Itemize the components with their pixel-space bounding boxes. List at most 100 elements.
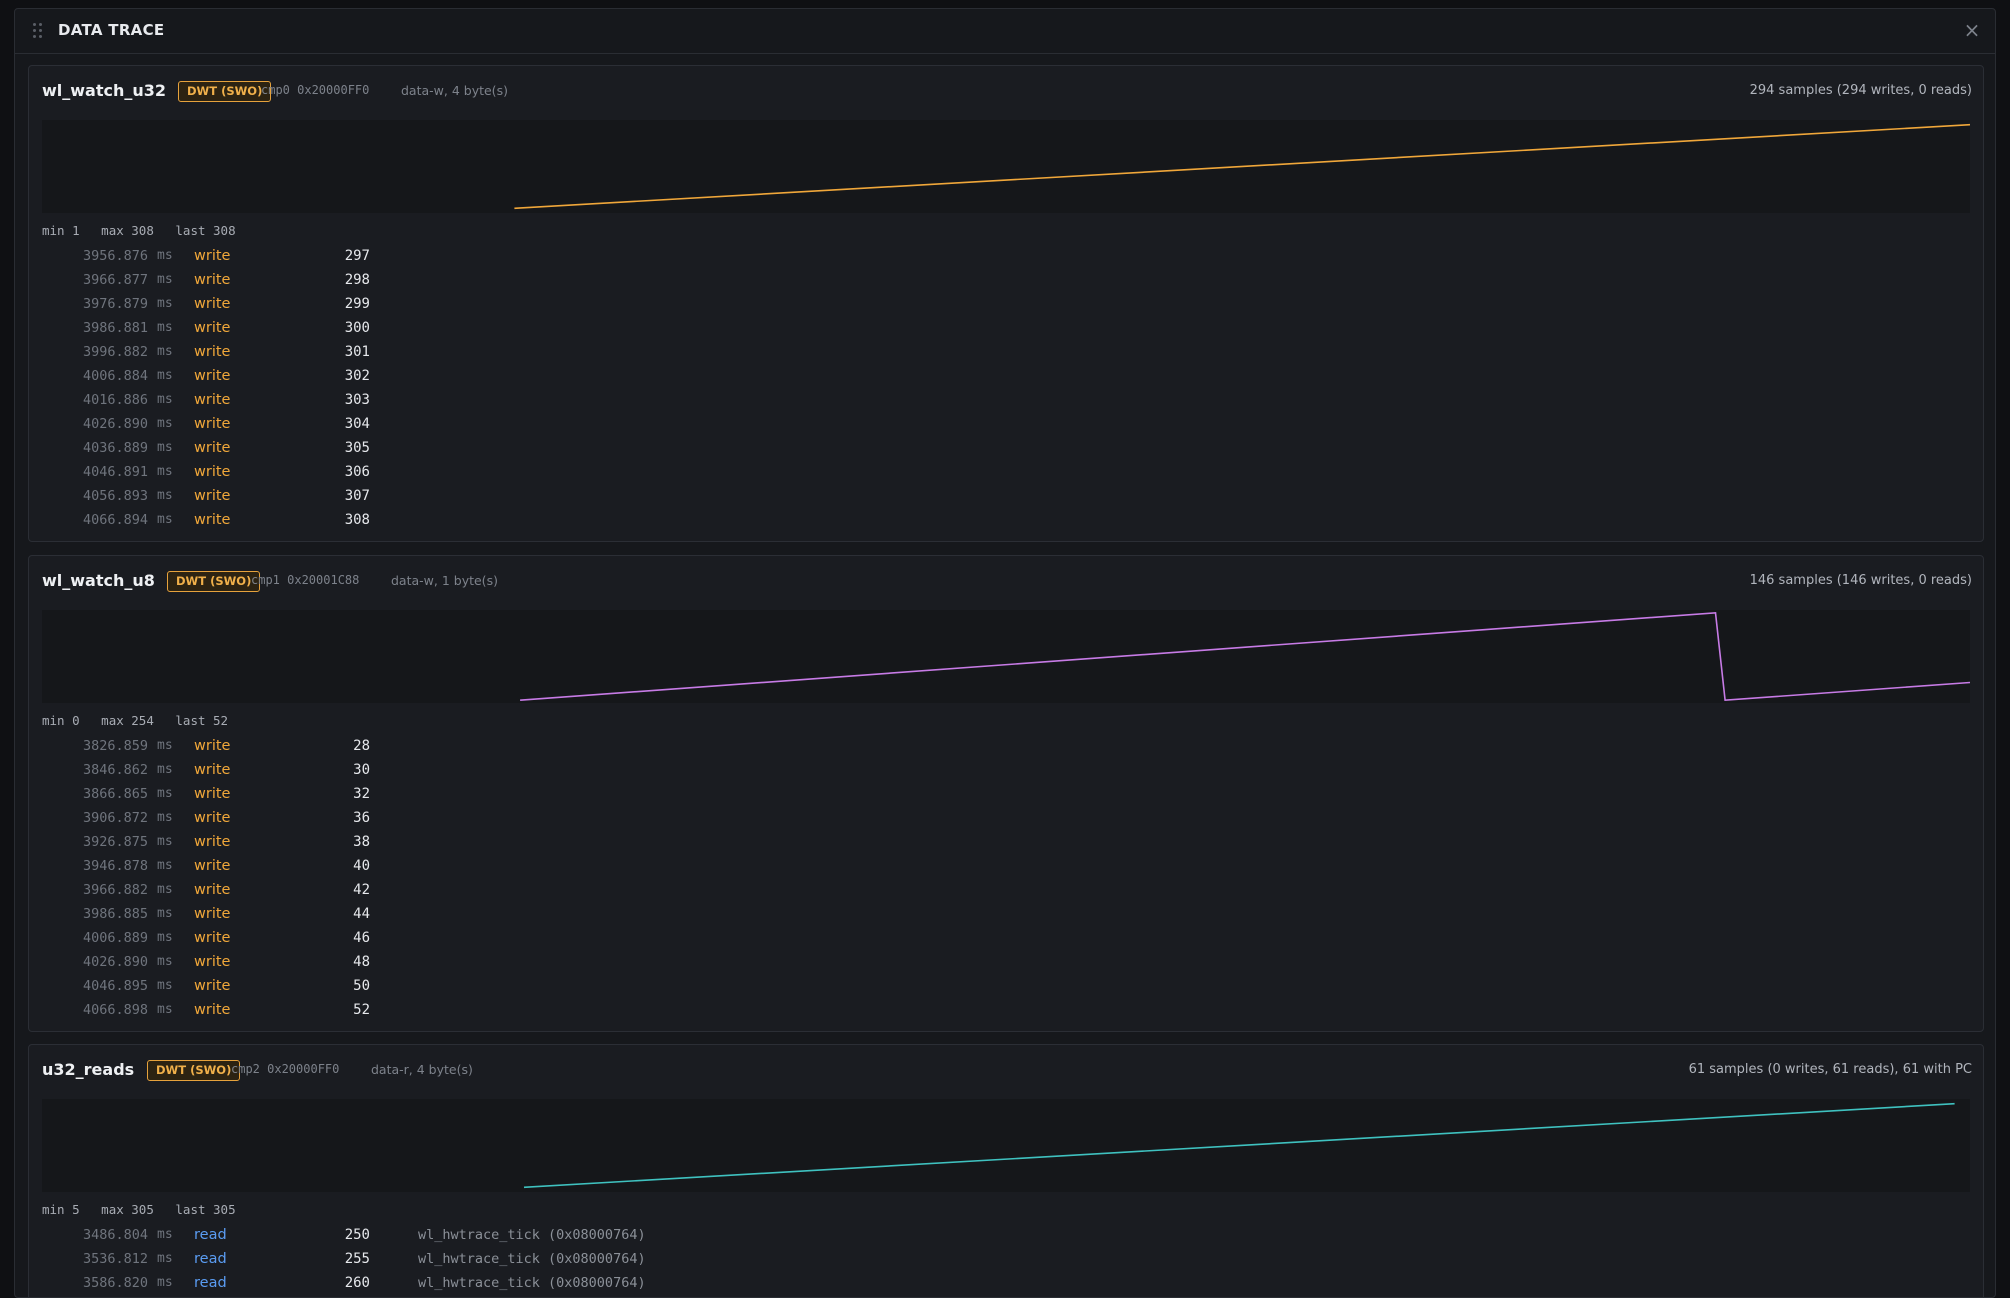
- sample-op: read: [194, 1275, 227, 1291]
- sample-value: 305: [344, 440, 370, 456]
- sample-value: 300: [344, 320, 370, 336]
- sample-op: write: [194, 978, 231, 994]
- comparator-address: cmp0 0x20000FF0: [261, 83, 370, 97]
- sample-time-unit: ms: [157, 834, 173, 849]
- sample-value: 255: [344, 1251, 370, 1267]
- sample-time-unit: ms: [157, 440, 173, 455]
- trace-plot-svg: [523, 1102, 1955, 1189]
- sample-time: 4046.895: [82, 978, 148, 994]
- sample-value: 308: [344, 512, 370, 528]
- sample-time-unit: ms: [157, 272, 173, 287]
- sample-time: 3486.804: [82, 1227, 148, 1243]
- sample-time: 3926.875: [82, 834, 148, 850]
- sample-time-unit: ms: [157, 416, 173, 431]
- sample-time: 3946.878: [82, 858, 148, 874]
- trace-plot-svg: [514, 123, 1970, 210]
- sample-time-unit: ms: [157, 1251, 173, 1266]
- comparator-address: cmp1 0x20001C88: [251, 573, 360, 587]
- access-kind: data-w, 1 byte(s): [391, 573, 498, 588]
- sample-time: 3536.812: [82, 1251, 148, 1267]
- sample-time: 3986.885: [82, 906, 148, 922]
- sample-time-unit: ms: [157, 810, 173, 825]
- sample-op: write: [194, 738, 231, 754]
- sample-time: 3846.862: [82, 762, 148, 778]
- panel-header: DATA TRACE ×: [15, 9, 1995, 54]
- drag-handle-icon[interactable]: [33, 23, 45, 39]
- stat-min: min 5: [42, 1202, 80, 1217]
- sample-time-unit: ms: [157, 786, 173, 801]
- sample-value: 30: [353, 762, 370, 778]
- sample-op: read: [194, 1251, 227, 1267]
- sample-time: 4056.893: [82, 488, 148, 504]
- trace-plot[interactable]: [42, 1099, 1970, 1192]
- sample-value: 28: [353, 738, 370, 754]
- stat-max: max 308: [101, 223, 154, 238]
- sample-time-unit: ms: [157, 248, 173, 263]
- sample-time: 4016.886: [82, 392, 148, 408]
- source-badge: DWT (SWO): [167, 571, 261, 592]
- sample-value: 32: [353, 786, 370, 802]
- stat-min: min 1: [42, 223, 80, 238]
- trace-stats: min 5 max 305 last 305: [42, 1202, 250, 1217]
- sample-time: 3906.872: [82, 810, 148, 826]
- sample-time-unit: ms: [157, 978, 173, 993]
- sample-pc: wl_hwtrace_tick (0x08000764): [418, 1251, 646, 1267]
- sample-time-unit: ms: [157, 392, 173, 407]
- source-badge: DWT (SWO): [147, 1060, 241, 1081]
- sample-time: 4066.898: [82, 1002, 148, 1018]
- sample-count: 294 samples (294 writes, 0 reads): [1749, 83, 1972, 98]
- sample-time: 4006.884: [82, 368, 148, 384]
- trace-name: u32_reads: [42, 1060, 135, 1079]
- sample-time-unit: ms: [157, 1275, 173, 1290]
- sample-op: write: [194, 440, 231, 456]
- sample-op: write: [194, 464, 231, 480]
- sample-time-unit: ms: [157, 320, 173, 335]
- access-kind: data-w, 4 byte(s): [401, 83, 508, 98]
- sample-value: 42: [353, 882, 370, 898]
- sample-value: 299: [344, 296, 370, 312]
- sample-time-unit: ms: [157, 488, 173, 503]
- sample-time: 3956.876: [82, 248, 148, 264]
- sample-op: write: [194, 320, 231, 336]
- trace-card-wl_watch_u8: wl_watch_u8 DWT (SWO) cmp1 0x20001C88 data-…: [28, 555, 1984, 1032]
- trace-plot[interactable]: [42, 610, 1970, 703]
- sample-op: write: [194, 930, 231, 946]
- trace-stats: min 0 max 254 last 52: [42, 713, 242, 728]
- sample-value: 250: [344, 1227, 370, 1243]
- stat-min: min 0: [42, 713, 80, 728]
- sample-op: write: [194, 416, 231, 432]
- stat-last: last 305: [175, 1202, 236, 1217]
- sample-value: 46: [353, 930, 370, 946]
- trace-card-wl_watch_u32: wl_watch_u32 DWT (SWO) cmp0 0x20000FF0 data…: [28, 65, 1984, 542]
- sample-time: 4026.890: [82, 954, 148, 970]
- sample-time: 3996.882: [82, 344, 148, 360]
- sample-time-unit: ms: [157, 906, 173, 921]
- sample-value: 304: [344, 416, 370, 432]
- trace-name: wl_watch_u32: [42, 81, 167, 100]
- sample-time-unit: ms: [157, 296, 173, 311]
- sample-op: write: [194, 272, 231, 288]
- source-badge: DWT (SWO): [178, 81, 272, 102]
- sample-time-unit: ms: [157, 738, 173, 753]
- sample-value: 48: [353, 954, 370, 970]
- trace-series-line: [520, 611, 1970, 702]
- sample-time-unit: ms: [157, 1002, 173, 1017]
- trace-series-line: [523, 1102, 1955, 1189]
- panel-title: DATA TRACE: [58, 21, 165, 39]
- close-icon[interactable]: ×: [1959, 17, 1985, 43]
- sample-op: read: [194, 1227, 227, 1243]
- sample-op: write: [194, 786, 231, 802]
- data-trace-panel: DATA TRACE × wl_watch_u32 DWT (SWO) cmp0 0…: [14, 8, 1996, 1298]
- sample-value: 52: [353, 1002, 370, 1018]
- sample-value: 301: [344, 344, 370, 360]
- access-kind: data-r, 4 byte(s): [371, 1062, 473, 1077]
- sample-op: write: [194, 296, 231, 312]
- sample-value: 302: [344, 368, 370, 384]
- sample-value: 303: [344, 392, 370, 408]
- comparator-address: cmp2 0x20000FF0: [231, 1062, 340, 1076]
- trace-plot[interactable]: [42, 120, 1970, 213]
- sample-time-unit: ms: [157, 1227, 173, 1242]
- sample-time-unit: ms: [157, 762, 173, 777]
- sample-time-unit: ms: [157, 882, 173, 897]
- sample-pc: wl_hwtrace_tick (0x08000764): [418, 1227, 646, 1243]
